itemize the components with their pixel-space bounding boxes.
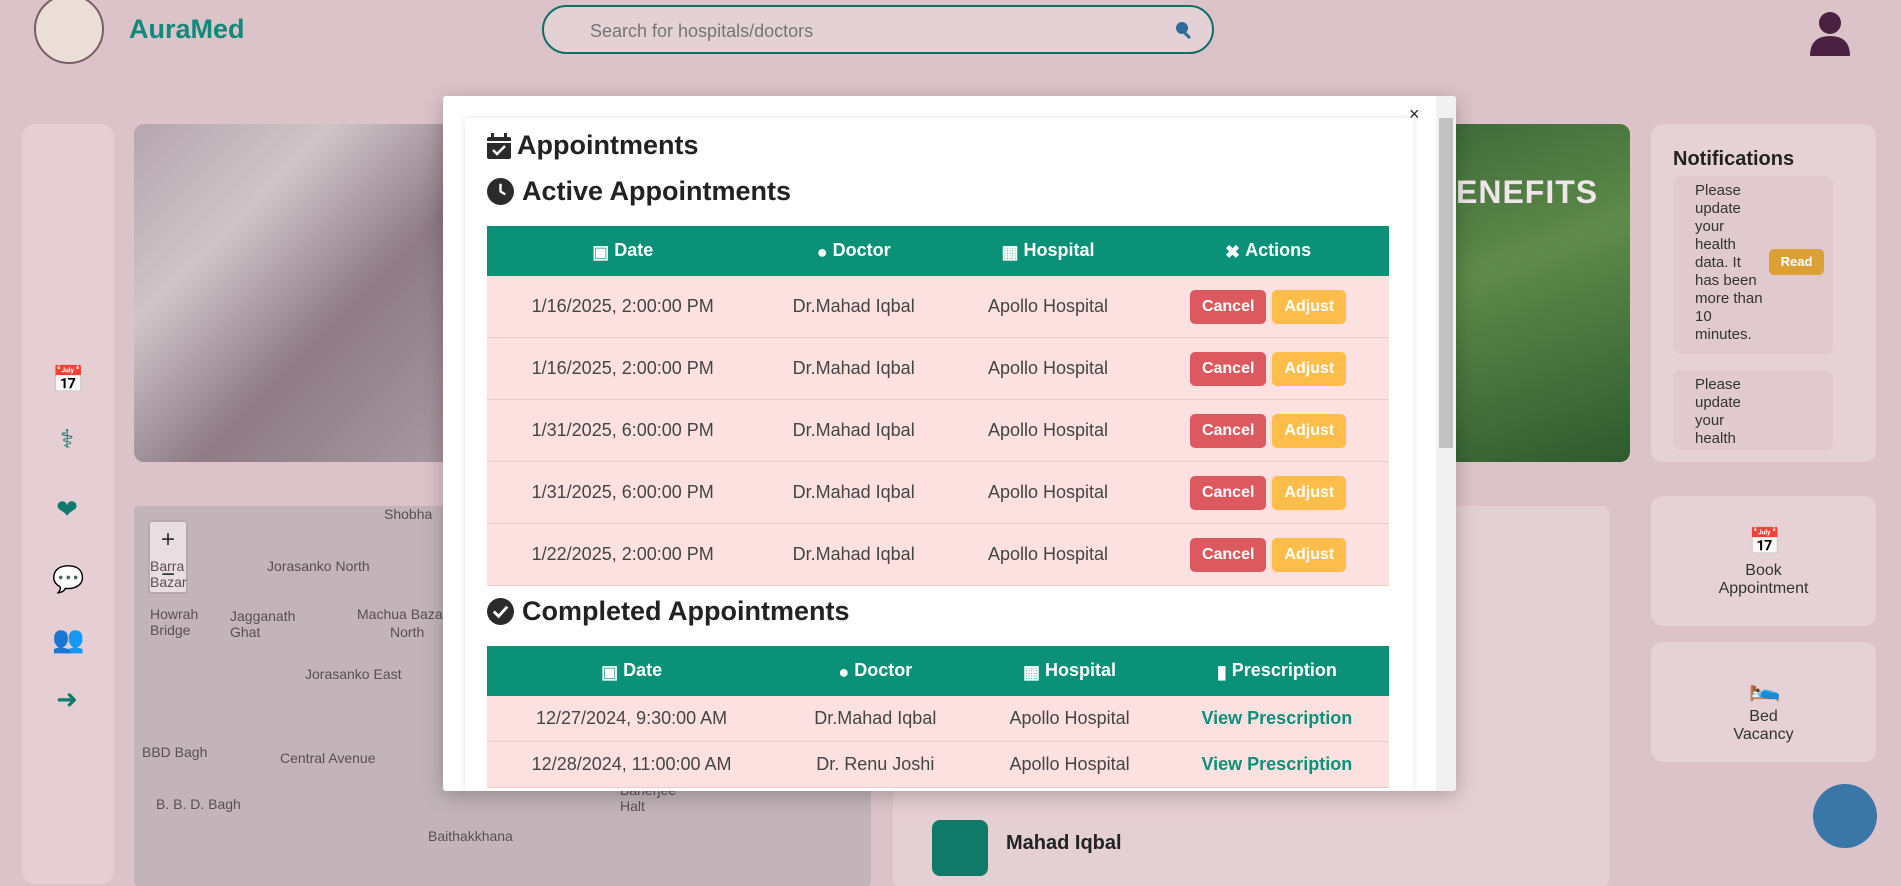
- tools-icon: ✖: [1225, 241, 1241, 262]
- adjust-button[interactable]: Adjust: [1272, 413, 1347, 448]
- appointment-doctor: Dr.Mahad Iqbal: [758, 399, 949, 462]
- table-row: 12/27/2024, 9:30:00 AM Dr.Mahad Iqbal Ap…: [487, 696, 1389, 742]
- adjust-button[interactable]: Adjust: [1272, 351, 1347, 386]
- appointment-hospital: Apollo Hospital: [974, 696, 1165, 742]
- appointment-doctor: Dr.Mahad Iqbal: [758, 461, 949, 524]
- appointment-date: 12/28/2024, 11:00:00 AM: [487, 741, 777, 788]
- table-header-row: ▣ Date ● Doctor ▦ Hospital ▮ Prescription: [487, 646, 1389, 696]
- column-header-date: ▣ Date: [487, 646, 777, 696]
- adjust-button[interactable]: Adjust: [1272, 475, 1347, 510]
- modal-scrollbar-thumb[interactable]: [1439, 118, 1453, 448]
- table-row: 12/28/2024, 11:00:00 AM Dr. Renu Joshi A…: [487, 741, 1389, 788]
- clock-icon: [487, 178, 514, 205]
- active-appointments-table: ▣ Date ● Doctor ▦ Hospital ✖ Actions 1/16/20…: [487, 226, 1389, 586]
- prescription-cell: View Prescription: [1164, 696, 1389, 742]
- appointment-doctor: Dr.Mahad Iqbal: [758, 523, 949, 586]
- prescription-cell: View Prescription: [1164, 741, 1389, 788]
- appointment-doctor: Dr. Renu Joshi: [776, 741, 975, 788]
- appointment-date: 1/16/2025, 2:00:00 PM: [487, 337, 759, 400]
- appointment-date: 1/16/2025, 2:00:00 PM: [487, 276, 759, 338]
- column-header-hospital: ▦ Hospital: [974, 646, 1165, 696]
- doctor-icon: ●: [838, 661, 850, 682]
- appointment-doctor: Dr.Mahad Iqbal: [758, 276, 949, 338]
- doctor-icon: ●: [816, 241, 828, 262]
- table-row: 1/31/2025, 6:00:00 PM Dr.Mahad Iqbal Apo…: [487, 399, 1389, 462]
- prescription-icon: ▮: [1216, 661, 1227, 682]
- appointment-hospital: Apollo Hospital: [948, 337, 1148, 400]
- appointment-actions: Cancel Adjust: [1147, 399, 1389, 462]
- column-header-actions: ✖ Actions: [1147, 226, 1389, 276]
- column-header-date: ▣ Date: [487, 226, 759, 276]
- appointment-actions: Cancel Adjust: [1147, 337, 1389, 400]
- table-row: 1/16/2025, 2:00:00 PM Dr.Mahad Iqbal Apo…: [487, 337, 1389, 400]
- appointment-date: 12/27/2024, 9:30:00 AM: [487, 696, 777, 742]
- appointment-hospital: Apollo Hospital: [974, 741, 1165, 788]
- column-header-doctor: ● Doctor: [776, 646, 975, 696]
- active-appointments-heading: Active Appointments: [487, 176, 791, 207]
- completed-appointments-title: Completed Appointments: [522, 596, 850, 626]
- column-header-prescription: ▮ Prescription: [1164, 646, 1389, 696]
- column-header-doctor: ● Doctor: [758, 226, 949, 276]
- appointment-actions: Cancel Adjust: [1147, 276, 1389, 338]
- hospital-icon: ▦: [1001, 241, 1019, 262]
- table-header-row: ▣ Date ● Doctor ▦ Hospital ✖ Actions: [487, 226, 1389, 276]
- appointment-date: 1/31/2025, 6:00:00 PM: [487, 399, 759, 462]
- appointment-doctor: Dr.Mahad Iqbal: [776, 696, 975, 742]
- appointment-doctor: Dr.Mahad Iqbal: [758, 337, 949, 400]
- calendar-icon: ▣: [592, 241, 610, 262]
- view-prescription-link[interactable]: View Prescription: [1201, 754, 1352, 774]
- calendar-check-icon: [487, 132, 511, 159]
- calendar-icon: ▣: [601, 661, 619, 682]
- appointment-date: 1/31/2025, 6:00:00 PM: [487, 461, 759, 524]
- appointment-hospital: Apollo Hospital: [948, 399, 1148, 462]
- cancel-button[interactable]: Cancel: [1189, 537, 1267, 572]
- table-row: 1/31/2025, 6:00:00 PM Dr.Mahad Iqbal Apo…: [487, 461, 1389, 524]
- column-header-hospital: ▦ Hospital: [948, 226, 1148, 276]
- appointment-actions: Cancel Adjust: [1147, 523, 1389, 586]
- modal-content: Appointments Active Appointments ▣ Date ●…: [465, 118, 1413, 791]
- check-circle-icon: [487, 598, 514, 625]
- modal-scrollbar[interactable]: [1436, 96, 1456, 791]
- close-icon[interactable]: ×: [1409, 104, 1420, 125]
- cancel-button[interactable]: Cancel: [1189, 413, 1267, 448]
- table-row: 1/16/2025, 2:00:00 PM Dr.Mahad Iqbal Apo…: [487, 276, 1389, 338]
- appointment-date: 1/22/2025, 2:00:00 PM: [487, 523, 759, 586]
- appointment-actions: Cancel Adjust: [1147, 461, 1389, 524]
- table-row: 1/22/2025, 2:00:00 PM Dr.Mahad Iqbal Apo…: [487, 523, 1389, 586]
- modal-title: Appointments: [487, 130, 699, 161]
- hospital-icon: ▦: [1023, 661, 1041, 682]
- modal-title-text: Appointments: [517, 130, 699, 160]
- adjust-button[interactable]: Adjust: [1272, 289, 1347, 324]
- cancel-button[interactable]: Cancel: [1189, 475, 1267, 510]
- completed-appointments-table: ▣ Date ● Doctor ▦ Hospital ▮ Prescription 12…: [487, 646, 1389, 788]
- appointment-hospital: Apollo Hospital: [948, 276, 1148, 338]
- cancel-button[interactable]: Cancel: [1189, 351, 1267, 386]
- appointment-hospital: Apollo Hospital: [948, 523, 1148, 586]
- active-appointments-title: Active Appointments: [522, 176, 792, 206]
- view-prescription-link[interactable]: View Prescription: [1201, 708, 1352, 728]
- appointments-modal: Appointments Active Appointments ▣ Date ●…: [443, 96, 1456, 791]
- adjust-button[interactable]: Adjust: [1272, 537, 1347, 572]
- appointment-hospital: Apollo Hospital: [948, 461, 1148, 524]
- completed-appointments-heading: Completed Appointments: [487, 596, 850, 627]
- cancel-button[interactable]: Cancel: [1189, 289, 1267, 324]
